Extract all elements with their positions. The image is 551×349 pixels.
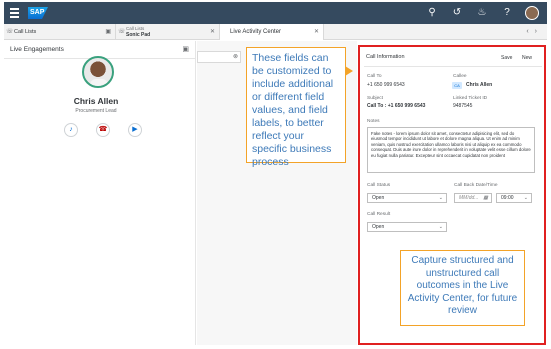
- user-avatar[interactable]: [525, 6, 539, 20]
- call-result-label: Call Result: [367, 212, 391, 217]
- callout-capture-outcomes: Capture structured and unstructured call…: [400, 250, 525, 326]
- tab-label: Sonic Pad: [126, 32, 151, 38]
- linked-ticket-value[interactable]: 9487545: [453, 103, 472, 109]
- microphone-icon[interactable]: ♪: [64, 123, 78, 137]
- contact-avatar: [82, 56, 114, 88]
- callee-value[interactable]: Chris Allen: [466, 82, 492, 88]
- help-icon[interactable]: ?: [500, 6, 514, 20]
- callee-initials-badge: CA: [452, 82, 462, 89]
- call-back-time-value: 09:00: [501, 195, 514, 201]
- call-back-date-placeholder: MM/dd...: [459, 195, 479, 201]
- contact-name: Chris Allen: [73, 96, 119, 106]
- search-icon[interactable]: ⚲: [425, 6, 439, 20]
- panel-title: Live Engagements: [10, 46, 64, 53]
- chevron-down-icon: ⌄: [523, 195, 528, 201]
- hang-up-icon[interactable]: ☎: [96, 123, 110, 137]
- notes-textarea[interactable]: Fake notes - lorem ipsum dolor sit amet,…: [367, 127, 535, 173]
- notes-label: Notes: [367, 119, 380, 124]
- divider: [364, 66, 542, 67]
- sap-logo: SAP: [28, 7, 48, 19]
- new-button[interactable]: New: [522, 55, 532, 61]
- linked-ticket-label: Linked Ticket ID: [453, 96, 488, 101]
- tab-call-lists[interactable]: ☏ Call Lists ▣: [4, 24, 116, 40]
- call-back-time-select[interactable]: 09:00 ⌄: [496, 193, 532, 203]
- contact-role: Procurement Lead: [75, 108, 117, 114]
- shell-bar: SAP ⚲ ↺ ♨ ?: [4, 2, 547, 24]
- calendar-icon[interactable]: ▦: [483, 194, 488, 202]
- tab-label: Call Lists: [14, 29, 37, 35]
- call-status-select[interactable]: Open ⌄: [367, 193, 447, 203]
- chevron-down-icon: ⌄: [438, 195, 443, 201]
- tab-sonic-pad[interactable]: ☏ Call Lists Sonic Pad ✕: [116, 24, 220, 40]
- subject-label: Subject: [367, 96, 383, 101]
- tab-scroll-arrows[interactable]: ‹›: [526, 24, 543, 40]
- call-back-label: Call Back Date/Time: [454, 183, 498, 188]
- history-icon[interactable]: ↺: [450, 6, 464, 20]
- call-to-value: +1 650 999 6543: [367, 82, 405, 88]
- search-input[interactable]: ⊗: [197, 51, 241, 63]
- call-info-title: Call Information: [366, 54, 405, 60]
- bell-icon[interactable]: ♨: [475, 6, 489, 20]
- tab-live-activity-center[interactable]: Live Activity Center ✕: [220, 24, 324, 40]
- video-icon[interactable]: ▶: [128, 123, 142, 137]
- clear-icon[interactable]: ⊗: [233, 52, 238, 63]
- call-result-value: Open: [372, 224, 385, 230]
- close-icon[interactable]: ✕: [210, 24, 215, 40]
- save-button[interactable]: Save: [501, 55, 512, 61]
- call-back-date-input[interactable]: MM/dd... ▦: [454, 193, 492, 203]
- headset-icon: ☏: [6, 29, 14, 35]
- popout-icon[interactable]: ▣: [105, 24, 111, 40]
- callee-label: Callee: [453, 74, 467, 79]
- headset-icon: ☏: [118, 29, 126, 35]
- menu-icon[interactable]: [10, 8, 19, 18]
- tab-bar: ☏ Call Lists ▣ ☏ Call Lists Sonic Pad ✕ …: [4, 24, 547, 40]
- call-status-label: Call Status: [367, 183, 391, 188]
- call-to-label: Call To: [367, 74, 382, 79]
- close-icon[interactable]: ✕: [314, 24, 319, 40]
- minimize-icon[interactable]: ▣: [182, 41, 189, 59]
- tab-label: Live Activity Center: [230, 29, 282, 35]
- callout-customize-fields: These fields can be customized to includ…: [246, 47, 346, 168]
- subject-value: Call To : +1 650 999 6543: [367, 103, 426, 109]
- chevron-down-icon: ⌄: [438, 224, 443, 230]
- call-status-value: Open: [372, 195, 385, 201]
- call-result-select[interactable]: Open ⌄: [367, 222, 447, 232]
- call-controls: ♪ ☎ ▶: [64, 123, 142, 137]
- callout-pointer: [345, 66, 353, 76]
